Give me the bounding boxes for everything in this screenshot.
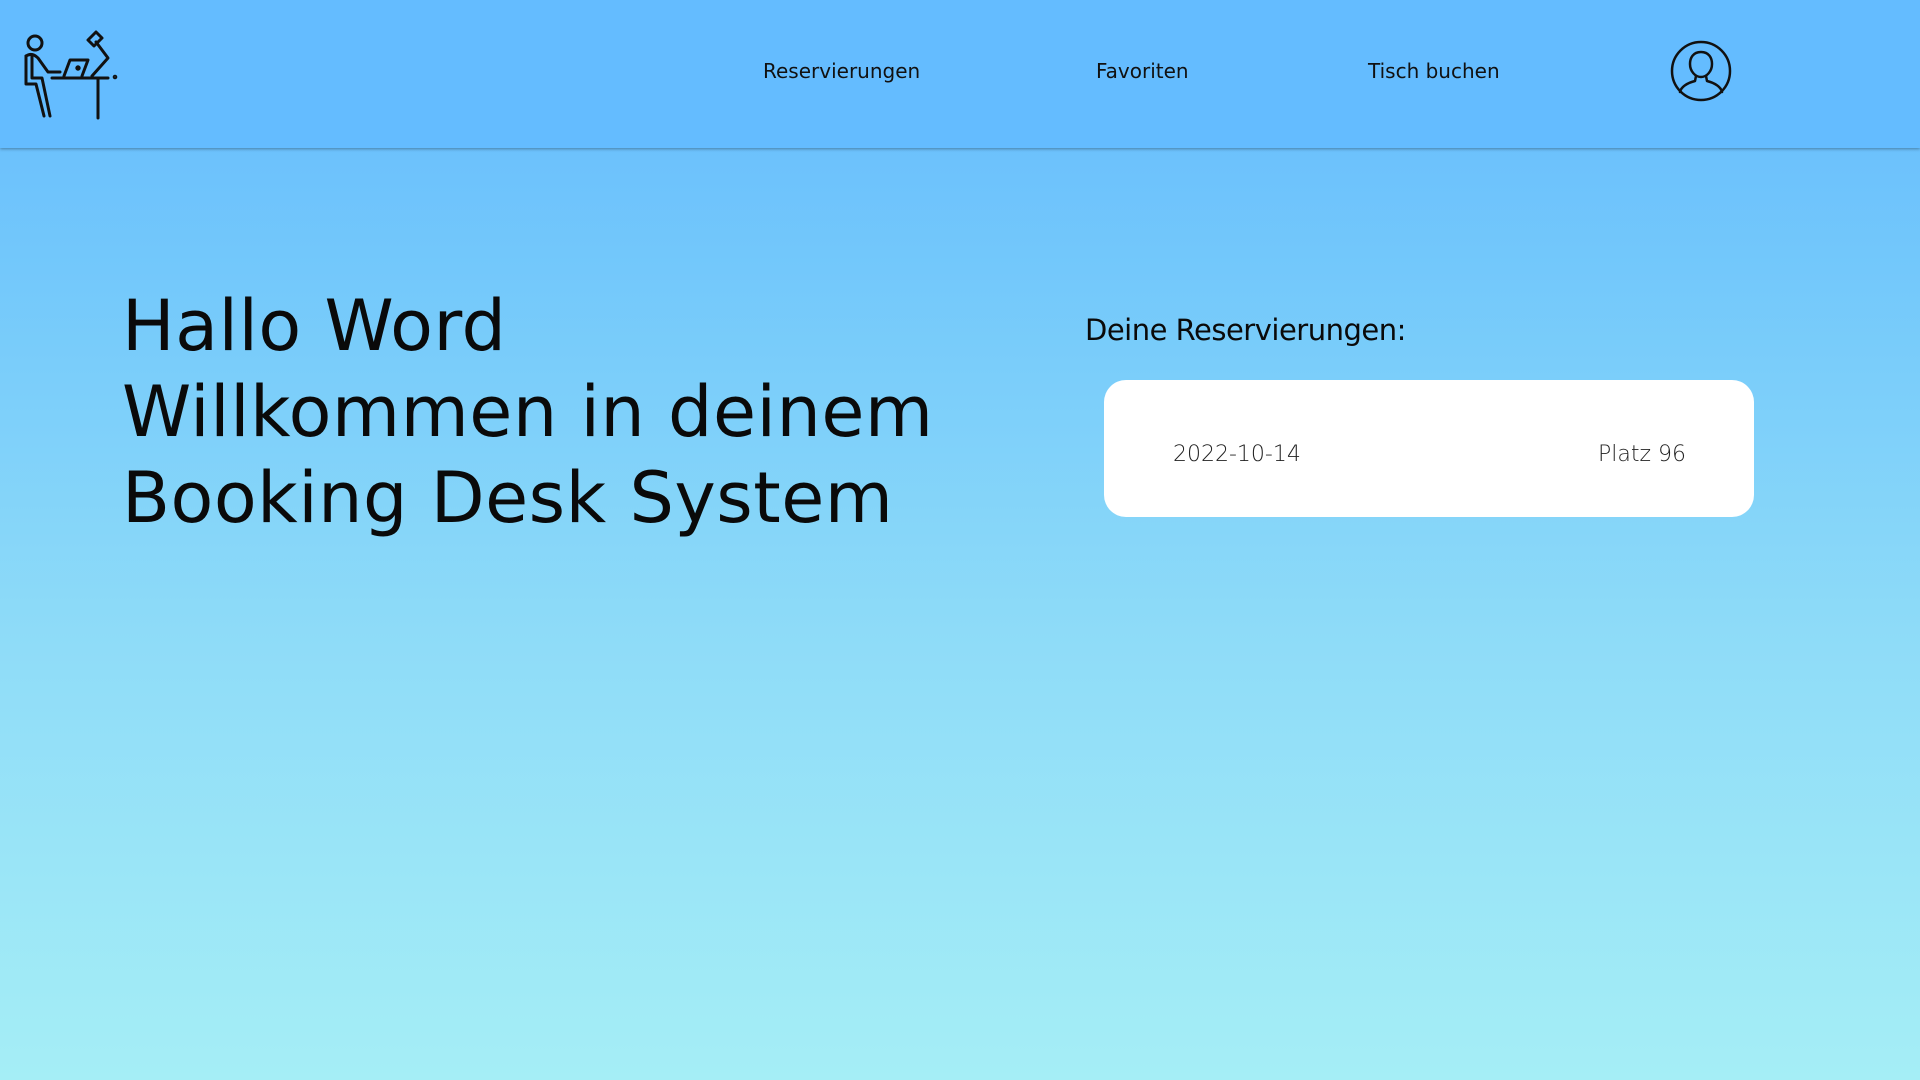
user-profile-icon[interactable] <box>1670 40 1732 102</box>
greeting-line-1: Hallo Word <box>122 285 507 367</box>
reservation-date: 2022-10-14 <box>1173 442 1301 467</box>
reservation-seat: Platz 96 <box>1597 442 1686 467</box>
desk-worker-logo-icon[interactable] <box>22 26 118 120</box>
welcome-heading: Hallo Word Willkommen in deinem Booking … <box>122 283 934 541</box>
nav-link-favoriten[interactable]: Favoriten <box>1096 59 1189 83</box>
nav-link-reservierungen[interactable]: Reservierungen <box>763 59 920 83</box>
nav-link-tisch-buchen[interactable]: Tisch buchen <box>1368 59 1500 83</box>
greeting-line-3: Booking Desk System <box>122 457 894 539</box>
reservation-card[interactable]: 2022-10-14 Platz 96 <box>1104 380 1754 517</box>
top-navigation-bar: Reservierungen Favoriten Tisch buchen <box>0 0 1920 148</box>
reservations-title: Deine Reservierungen: <box>1085 313 1406 347</box>
greeting-line-2: Willkommen in deinem <box>122 371 934 453</box>
